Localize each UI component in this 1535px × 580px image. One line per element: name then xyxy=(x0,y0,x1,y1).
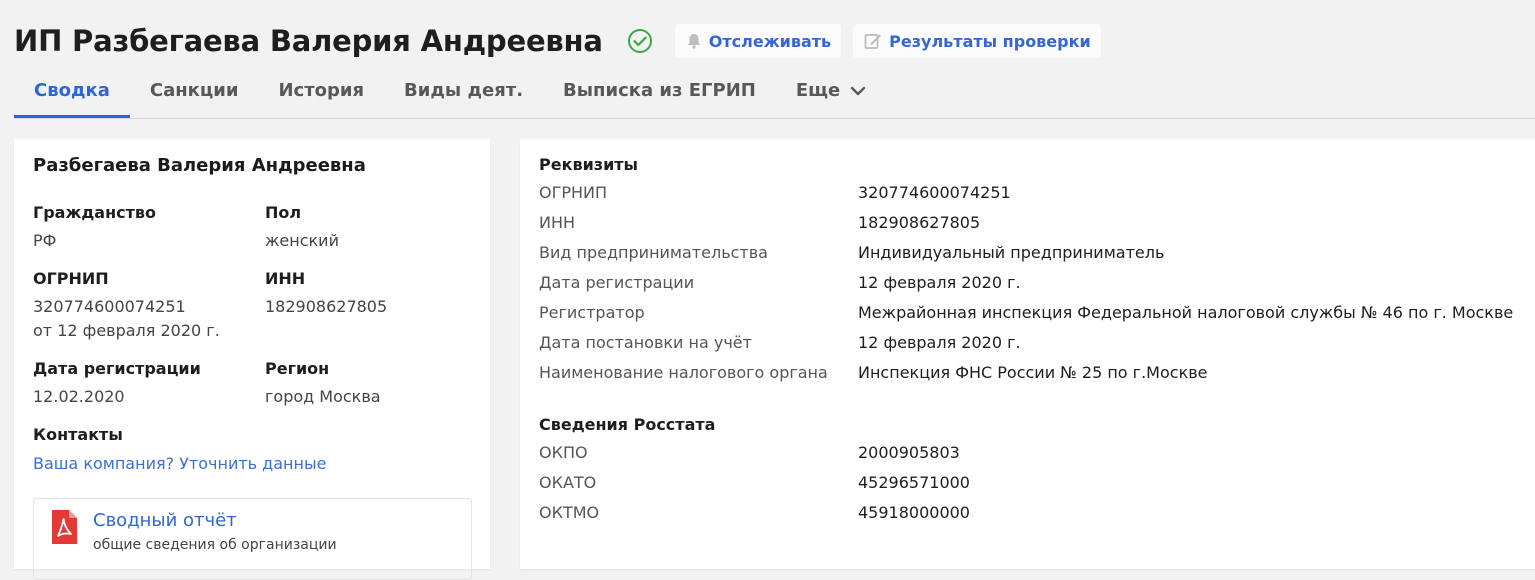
tab-egrip-extract[interactable]: Выписка из ЕГРИП xyxy=(543,66,776,116)
page-title: ИП Разбегаева Валерия Андреевна xyxy=(14,24,603,58)
check-results-button-label: Результаты проверки xyxy=(889,31,1091,51)
registration-date-label: Дата регистрации xyxy=(33,359,201,378)
rosstat-row: ОКПО 2000905803 xyxy=(539,438,1535,468)
chevron-down-icon xyxy=(850,86,866,96)
requisite-label: Наименование налогового органа xyxy=(539,363,828,382)
edit-icon xyxy=(864,34,882,49)
tab-label: Сводка xyxy=(34,79,110,101)
citizenship-field: Гражданство РФ xyxy=(33,202,156,254)
rosstat-title: Сведения Росстата xyxy=(539,415,716,434)
ogrnip-label: ОГРНИП xyxy=(33,269,109,288)
gender-field: Пол женский xyxy=(265,202,339,254)
tab-label: Еще xyxy=(795,80,841,101)
ogrnip-value: 320774600074251 xyxy=(33,297,186,316)
gender-value: женский xyxy=(265,231,339,250)
rosstat-value: 45918000000 xyxy=(858,503,970,522)
requisite-row: Вид предпринимательства Индивидуальный п… xyxy=(539,238,1535,268)
requisite-label: ИНН xyxy=(539,213,576,232)
bell-icon xyxy=(687,34,700,49)
requisites-card: Реквизиты ОГРНИП 320774600074251 ИНН 182… xyxy=(520,139,1535,569)
requisite-label: Регистратор xyxy=(539,303,645,322)
citizenship-value: РФ xyxy=(33,231,57,250)
requisite-value: 12 февраля 2020 г. xyxy=(858,273,1021,292)
pdf-icon xyxy=(49,509,79,549)
requisite-label: Дата постановки на учёт xyxy=(539,333,752,352)
tab-summary[interactable]: Сводка xyxy=(14,66,130,118)
report-title: Сводный отчёт xyxy=(93,510,237,531)
summary-report-download[interactable]: Сводный отчёт общие сведения об организа… xyxy=(33,498,472,580)
rosstat-value: 45296571000 xyxy=(858,473,970,492)
check-results-button[interactable]: Результаты проверки xyxy=(853,24,1101,58)
page-header: ИП Разбегаева Валерия Андреевна Отслежив… xyxy=(14,22,1101,60)
requisite-row: Дата регистрации 12 февраля 2020 г. xyxy=(539,268,1535,298)
registration-date-value: 12.02.2020 xyxy=(33,387,125,406)
tab-bar: Сводка Санкции История Виды деят. Выписк… xyxy=(14,66,886,118)
tab-label: Санкции xyxy=(149,80,239,101)
ogrnip-date: от 12 февраля 2020 г. xyxy=(33,321,220,340)
tab-label: Выписка из ЕГРИП xyxy=(563,80,756,101)
requisite-row: Регистратор Межрайонная инспекция Федера… xyxy=(539,298,1535,328)
person-name: Разбегаева Валерия Андреевна xyxy=(33,155,366,176)
ogrnip-field: ОГРНИП 320774600074251 от 12 февраля 202… xyxy=(33,268,220,342)
requisites-title: Реквизиты xyxy=(539,155,639,174)
requisite-value: Индивидуальный предприниматель xyxy=(858,243,1165,262)
tab-more[interactable]: Еще xyxy=(776,66,886,116)
clarify-data-link[interactable]: Ваша компания? Уточнить данные xyxy=(33,454,326,473)
tab-activities[interactable]: Виды деят. xyxy=(384,66,543,116)
summary-card: Разбегаева Валерия Андреевна Гражданство… xyxy=(14,139,490,580)
requisite-label: Вид предпринимательства xyxy=(539,243,768,262)
requisite-row: ИНН 182908627805 xyxy=(539,208,1535,238)
check-circle-icon xyxy=(627,28,653,54)
region-value: город Москва xyxy=(265,387,381,406)
gender-label: Пол xyxy=(265,203,302,222)
requisite-value: 12 февраля 2020 г. xyxy=(858,333,1021,352)
inn-field: ИНН 182908627805 xyxy=(265,268,387,320)
tab-label: Виды деят. xyxy=(404,80,524,101)
requisite-label: Дата регистрации xyxy=(539,273,695,292)
contacts-field: Контакты xyxy=(33,424,123,446)
rosstat-row: ОКТМО 45918000000 xyxy=(539,498,1535,528)
requisite-label: ОГРНИП xyxy=(539,183,608,202)
tabs-divider xyxy=(14,118,1535,119)
rosstat-label: ОКПО xyxy=(539,443,588,462)
report-subtitle: общие сведения об организации xyxy=(93,537,337,553)
tab-label: История xyxy=(278,80,365,101)
track-button[interactable]: Отслеживать xyxy=(674,24,842,58)
tab-sanctions[interactable]: Санкции xyxy=(130,66,259,116)
region-label: Регион xyxy=(265,359,330,378)
requisite-value: 182908627805 xyxy=(858,213,981,232)
registration-date-field: Дата регистрации 12.02.2020 xyxy=(33,358,201,410)
rosstat-label: ОКТМО xyxy=(539,503,600,522)
inn-value: 182908627805 xyxy=(265,297,388,316)
requisite-value: Инспекция ФНС России № 25 по г.Москве xyxy=(858,363,1208,382)
tab-history[interactable]: История xyxy=(258,66,384,116)
track-button-label: Отслеживать xyxy=(708,31,832,51)
rosstat-label: ОКАТО xyxy=(539,473,597,492)
requisite-row: ОГРНИП 320774600074251 xyxy=(539,178,1535,208)
inn-label: ИНН xyxy=(265,269,306,288)
region-field: Регион город Москва xyxy=(265,358,381,410)
requisite-value: 320774600074251 xyxy=(858,183,1011,202)
contacts-label: Контакты xyxy=(33,425,123,444)
requisite-row: Дата постановки на учёт 12 февраля 2020 … xyxy=(539,328,1535,358)
rosstat-value: 2000905803 xyxy=(858,443,960,462)
rosstat-row: ОКАТО 45296571000 xyxy=(539,468,1535,498)
requisite-row: Наименование налогового органа Инспекция… xyxy=(539,358,1535,388)
requisite-value: Межрайонная инспекция Федеральной налого… xyxy=(858,303,1514,322)
citizenship-label: Гражданство xyxy=(33,203,157,222)
